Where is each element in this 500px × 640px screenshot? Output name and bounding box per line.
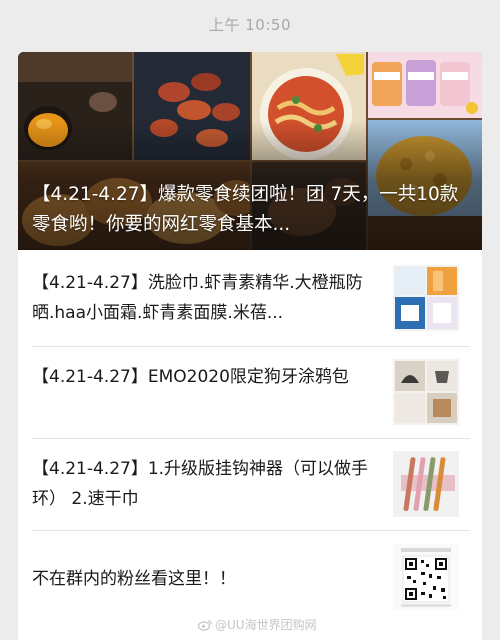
article-title-2: 【4.21-4.27】EMO2020限定狗牙涂鸦包 [32, 367, 349, 387]
hero-article[interactable]: 【4.21-4.27】爆款零食续团啦！团 7天，一共10款零食哟！你要的网红零食… [18, 52, 482, 250]
article-title-1: 【4.21-4.27】洗脸巾.虾青素精华.大橙瓶防晒.haa小面霜.虾青素面膜.… [32, 273, 363, 323]
article-item-3[interactable]: 【4.21-4.27】1.升级版挂钩神器（可以做手环） 2.速干巾 [32, 438, 470, 531]
article-title-3: 【4.21-4.27】1.升级版挂钩神器（可以做手环） 2.速干巾 [32, 459, 369, 509]
article-item-2[interactable]: 【4.21-4.27】EMO2020限定狗牙涂鸦包 [32, 346, 470, 439]
weibo-icon [197, 619, 212, 634]
article-thumbnail-2 [393, 359, 459, 425]
weibo-watermark: @UU海世界团购网 [197, 616, 317, 634]
article-item-1[interactable]: 【4.21-4.27】洗脸巾.虾青素精华.大橙瓶防晒.haa小面霜.虾青素面膜.… [32, 250, 470, 347]
article-thumbnail-1 [393, 265, 459, 331]
watermark-text: @UU海世界团购网 [215, 618, 317, 632]
hero-title: 【4.21-4.27】爆款零食续团啦！团 7天，一共10款零食哟！你要的网红零食… [32, 184, 459, 235]
article-item-4[interactable]: 不在群内的粉丝看这里！！ [32, 530, 470, 626]
article-card: 【4.21-4.27】爆款零食续团啦！团 7天，一共10款零食哟！你要的网红零食… [18, 52, 482, 640]
qr-code-thumbnail [393, 544, 459, 610]
status-time: 上午 10:50 [209, 16, 291, 34]
screen: 上午 10:50 【4.21-4.27】爆款零食续团啦！团 7天，一共10款零食… [0, 0, 500, 640]
article-thumbnail-3 [393, 451, 459, 517]
article-title-4: 不在群内的粉丝看这里！！ [32, 569, 236, 589]
